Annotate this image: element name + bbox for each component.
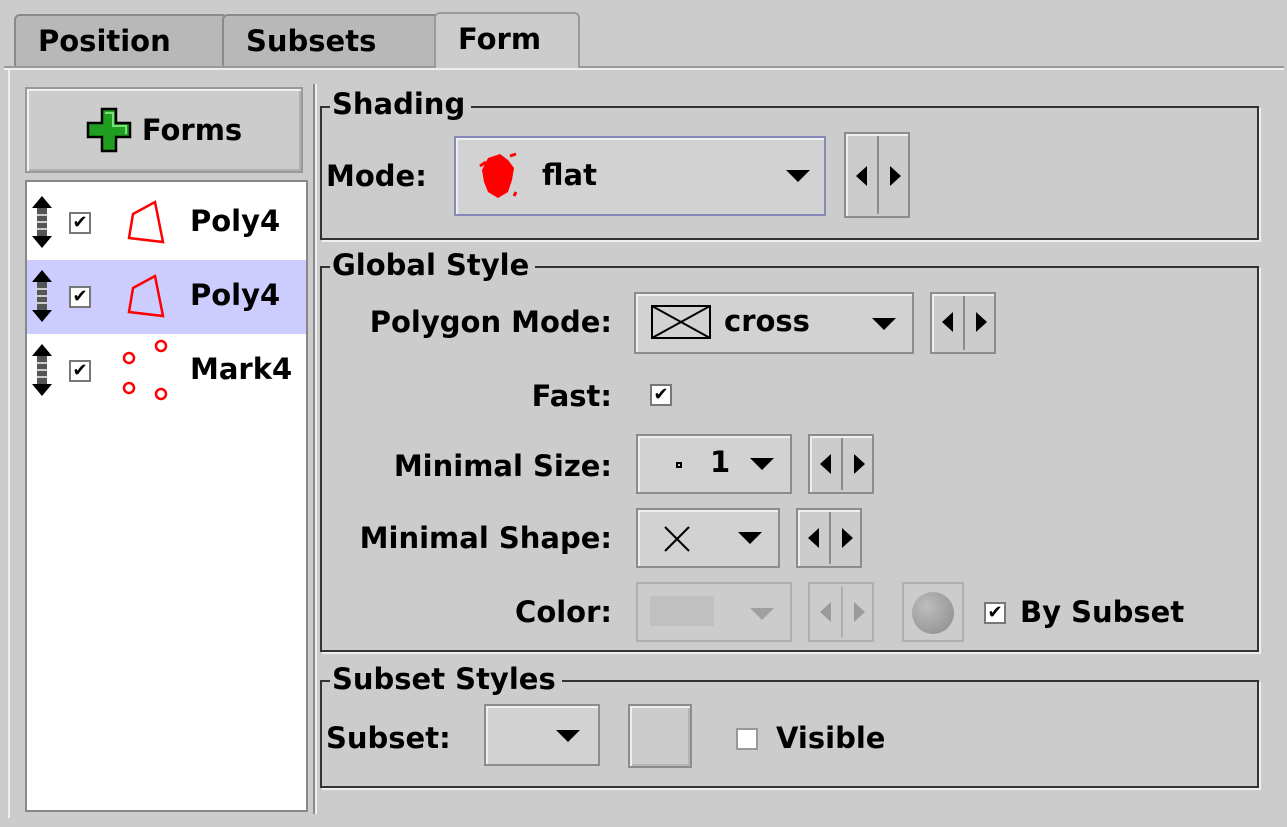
color-prev-next[interactable]	[808, 582, 874, 642]
color-select[interactable]	[636, 582, 792, 642]
layer-visible-checkbox[interactable]: ✔	[69, 286, 91, 308]
layer-label: Poly4	[190, 204, 281, 238]
color-ball-icon	[912, 592, 954, 634]
mode-label: Mode:	[326, 159, 427, 193]
tab-form[interactable]: Form	[434, 12, 580, 68]
minimal-size-select[interactable]: 1	[636, 434, 792, 494]
polygon-mode-value: cross	[724, 304, 810, 338]
cross-polygon-icon	[651, 305, 711, 339]
prev-next-divider	[877, 136, 879, 214]
drag-handle-icon[interactable]	[31, 344, 53, 396]
chevron-down-icon	[556, 730, 580, 742]
next-arrow-icon[interactable]	[854, 454, 865, 474]
color-swatch	[650, 596, 714, 626]
mode-prev-next[interactable]	[844, 132, 910, 218]
drag-handle-icon[interactable]	[31, 196, 53, 248]
shading-group-title: Shading	[330, 88, 472, 120]
prev-arrow-icon[interactable]	[942, 312, 953, 332]
tab-position-label: Position	[38, 24, 171, 58]
subset-select[interactable]	[484, 704, 600, 766]
tab-position[interactable]: Position	[14, 14, 228, 66]
polygon-icon	[127, 274, 165, 318]
layer-list-item[interactable]: ✔ Mark4	[27, 334, 306, 408]
prev-arrow-icon[interactable]	[808, 528, 819, 548]
layer-list-item[interactable]: ✔ Poly4	[27, 260, 306, 334]
chevron-down-icon	[750, 458, 774, 470]
color-label: Color:	[515, 595, 612, 629]
prev-next-divider	[841, 438, 843, 490]
tab-subsets[interactable]: Subsets	[222, 14, 440, 66]
prev-arrow-icon[interactable]	[820, 602, 831, 622]
next-arrow-icon[interactable]	[854, 602, 865, 622]
flat-shading-icon	[479, 152, 518, 198]
drag-handle-icon[interactable]	[31, 270, 53, 322]
polygon-mode-select[interactable]: cross	[634, 292, 914, 354]
minimal-shape-prev-next[interactable]	[796, 508, 862, 568]
visible-checkbox[interactable]	[736, 728, 758, 750]
chevron-down-icon	[786, 170, 810, 182]
mode-select-value: flat	[542, 158, 597, 192]
polygon-icon	[127, 200, 165, 244]
fast-label: Fast:	[531, 379, 612, 413]
next-arrow-icon[interactable]	[976, 312, 987, 332]
chevron-down-icon	[750, 608, 774, 620]
prev-next-divider	[829, 512, 831, 564]
layer-visible-checkbox[interactable]: ✔	[69, 212, 91, 234]
subset-styles-group-title: Subset Styles	[330, 663, 562, 695]
layer-label: Poly4	[190, 278, 281, 312]
add-forms-button[interactable]: Forms	[25, 87, 303, 173]
minimal-size-value: 1	[710, 445, 731, 479]
next-arrow-icon[interactable]	[842, 528, 853, 548]
layer-visible-checkbox[interactable]: ✔	[69, 360, 91, 382]
by-subset-checkbox[interactable]: ✔	[984, 602, 1006, 624]
panel-divider-highlight	[315, 84, 317, 814]
prev-arrow-icon[interactable]	[856, 166, 867, 186]
minimal-shape-select[interactable]	[636, 508, 780, 568]
visible-label: Visible	[776, 721, 886, 755]
chevron-down-icon	[738, 532, 762, 544]
minimal-shape-label: Minimal Shape:	[359, 521, 612, 555]
add-forms-label: Forms	[141, 113, 243, 147]
chevron-down-icon	[872, 318, 896, 330]
size-dot-icon	[676, 462, 682, 468]
cross-shape-icon	[664, 526, 690, 552]
markers-icon	[122, 339, 168, 401]
layer-list[interactable]: ✔ Poly4 ✔ Poly4 ✔ Mark4	[25, 180, 308, 812]
layer-list-item[interactable]: ✔ Poly4	[27, 186, 306, 260]
fast-checkbox[interactable]: ✔	[650, 384, 672, 406]
global-style-group-title: Global Style	[330, 249, 536, 281]
subset-label: Subset:	[326, 721, 451, 755]
minimal-size-prev-next[interactable]	[808, 434, 874, 494]
subset-style-button[interactable]	[628, 704, 692, 768]
prev-next-divider	[841, 586, 843, 638]
tab-subsets-label: Subsets	[246, 24, 377, 58]
next-arrow-icon[interactable]	[890, 166, 901, 186]
layer-label: Mark4	[190, 352, 293, 386]
prev-next-divider	[963, 296, 965, 350]
polygon-mode-label: Polygon Mode:	[369, 305, 612, 339]
prev-arrow-icon[interactable]	[820, 454, 831, 474]
color-chooser-button[interactable]	[902, 582, 964, 642]
plus-icon	[86, 107, 132, 153]
mode-select[interactable]: flat	[454, 136, 826, 216]
by-subset-label: By Subset	[1020, 595, 1185, 629]
tab-form-label: Form	[458, 22, 542, 56]
polygon-mode-prev-next[interactable]	[930, 292, 996, 354]
minimal-size-label: Minimal Size:	[393, 449, 612, 483]
